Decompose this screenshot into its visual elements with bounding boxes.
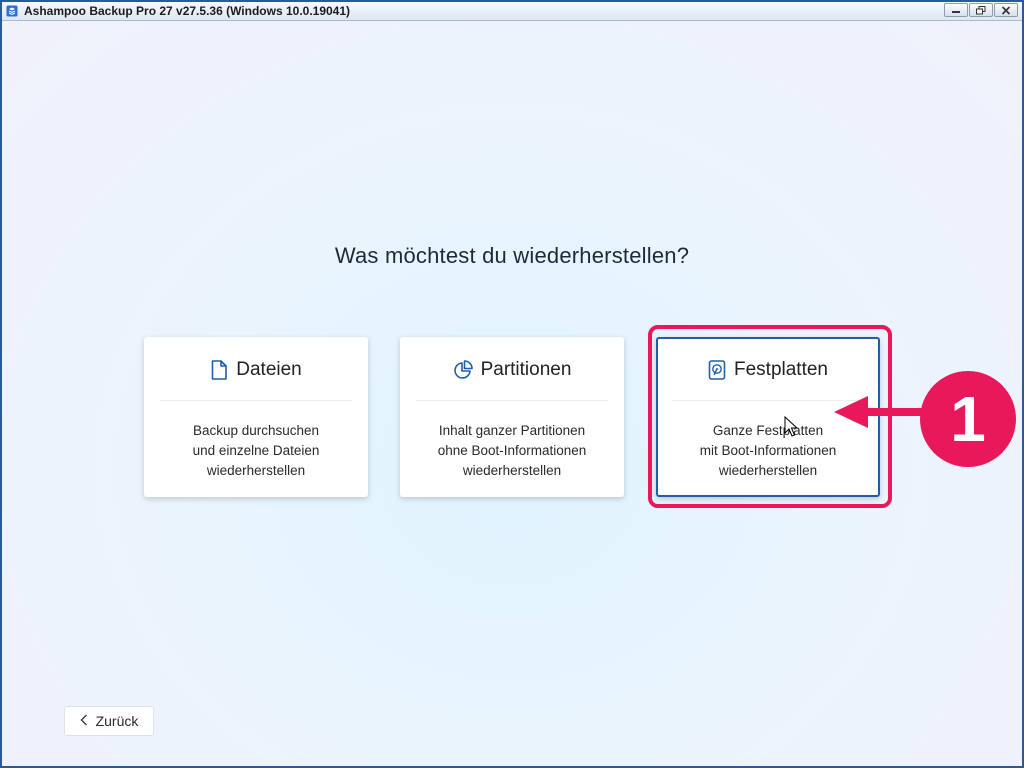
close-icon: [1001, 5, 1011, 15]
card-description-line: Inhalt ganzer Partitionen: [438, 423, 586, 438]
restore-option-partitions-card[interactable]: Partitionen Inhalt ganzer Partitionen oh…: [400, 337, 624, 497]
annotation-arrow-icon: [834, 396, 934, 428]
minimize-button[interactable]: [944, 3, 968, 17]
card-description-line: ohne Boot-Informationen: [437, 443, 587, 458]
file-icon: [210, 360, 228, 380]
mouse-cursor-icon: [784, 416, 798, 437]
back-button[interactable]: Zurück: [64, 706, 154, 736]
window-controls: [944, 3, 1018, 17]
card-description-line: wiederherstellen: [462, 463, 562, 478]
card-title: Partitionen: [480, 359, 572, 380]
card-title-row: Partitionen: [400, 357, 624, 383]
card-title-row: Dateien: [144, 357, 368, 383]
card-description-line: Backup durchsuchen: [192, 423, 320, 438]
annotation-step-badge: 1: [920, 371, 1016, 467]
app-window: Ashampoo Backup Pro 27 v27.5.36 (Windows…: [0, 0, 1024, 768]
restore-button[interactable]: [969, 3, 993, 17]
close-button[interactable]: [994, 3, 1018, 17]
card-title: Dateien: [236, 359, 302, 380]
window-title: Ashampoo Backup Pro 27 v27.5.36 (Windows…: [24, 4, 351, 18]
page-title: Was möchtest du wiederherstellen?: [334, 243, 690, 268]
title-bar[interactable]: Ashampoo Backup Pro 27 v27.5.36 (Windows…: [2, 2, 1022, 21]
card-divider: [416, 400, 608, 401]
card-description-line: und einzelne Dateien: [192, 443, 320, 458]
app-stack-icon: [6, 4, 18, 17]
card-description: Inhalt ganzer Partitionen ohne Boot-Info…: [400, 421, 624, 481]
minimize-icon: [952, 11, 960, 13]
pie-chart-icon: [453, 360, 473, 380]
back-button-label: Zurück: [95, 713, 139, 729]
card-description-line: wiederherstellen: [206, 463, 306, 478]
card-description: Backup durchsuchen und einzelne Dateien …: [144, 421, 368, 481]
restore-icon: [976, 5, 986, 14]
chevron-left-icon: [80, 713, 88, 729]
card-divider: [160, 400, 352, 401]
restore-option-files-card[interactable]: Dateien Backup durchsuchen und einzelne …: [144, 337, 368, 497]
